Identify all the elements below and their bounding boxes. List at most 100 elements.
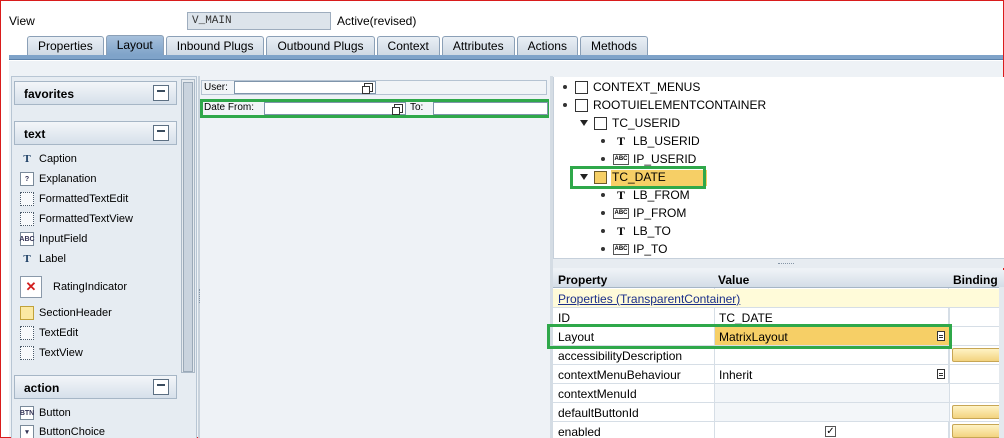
minimize-icon[interactable] bbox=[153, 85, 169, 101]
palette-item-label: Label bbox=[39, 253, 66, 265]
tab-strip: Properties Layout Inbound Plugs Outbound… bbox=[9, 35, 1003, 55]
properties-scrollbar[interactable] bbox=[999, 287, 1004, 438]
minimize-icon[interactable] bbox=[153, 125, 169, 141]
tree-node-rootuielementcontainer[interactable]: ROOTUIELEMENTCONTAINER bbox=[561, 96, 766, 114]
date-to-input[interactable] bbox=[433, 102, 548, 115]
value-help-icon[interactable] bbox=[362, 83, 373, 94]
section-header-icon bbox=[20, 306, 34, 320]
palette-item-label: FormattedTextEdit bbox=[39, 193, 129, 205]
tab-underline bbox=[9, 55, 1003, 60]
tree-node-context-menus[interactable]: CONTEXT_MENUS bbox=[561, 78, 700, 96]
binding-button[interactable] bbox=[952, 348, 1002, 362]
palette-item-formattedtextedit[interactable]: FormattedTextEdit bbox=[20, 190, 128, 208]
splitter-grip-icon bbox=[778, 263, 794, 265]
group-title: favorites bbox=[24, 87, 75, 101]
date-from-label: Date From: bbox=[204, 102, 255, 113]
header-binding[interactable]: Binding bbox=[953, 273, 998, 287]
tree-node-lb-userid[interactable]: T LB_USERID bbox=[599, 132, 700, 150]
palette-group-action[interactable]: action bbox=[14, 375, 177, 399]
binding-cell bbox=[949, 346, 1004, 364]
tree-node-label: IP_USERID bbox=[633, 152, 697, 166]
container-icon bbox=[594, 116, 607, 130]
tree-node-label: IP_FROM bbox=[633, 206, 687, 220]
tree-properties-splitter[interactable] bbox=[553, 258, 1004, 268]
group-title: text bbox=[24, 127, 46, 141]
binding-button[interactable] bbox=[952, 424, 1002, 438]
palette-item-label: RatingIndicator bbox=[53, 281, 127, 293]
dropdown-icon[interactable] bbox=[937, 369, 945, 379]
tree-node-ip-from[interactable]: ABC IP_FROM bbox=[599, 204, 686, 222]
palette-item-buttonchoice[interactable]: ▾ ButtonChoice bbox=[20, 423, 105, 438]
table-row[interactable]: contextMenuBehaviour Inherit bbox=[553, 365, 1004, 384]
tree-node-ip-to[interactable]: ABC IP_TO bbox=[599, 240, 667, 258]
palette-group-text[interactable]: text bbox=[14, 121, 177, 145]
header-property[interactable]: Property bbox=[558, 273, 607, 287]
input-field-icon: ABC bbox=[613, 207, 629, 219]
palette-item-label: Explanation bbox=[39, 173, 97, 185]
tree-node-lb-to[interactable]: T LB_TO bbox=[599, 222, 671, 240]
tree-node-tc-userid[interactable]: TC_USERID bbox=[580, 114, 680, 132]
bullet-icon bbox=[563, 85, 567, 89]
value-help-icon[interactable] bbox=[392, 104, 403, 115]
palette-item-explanation[interactable]: ? Explanation bbox=[20, 170, 97, 188]
canvas-row-user[interactable]: User: bbox=[201, 80, 547, 95]
binding-cell bbox=[949, 365, 1004, 383]
palette-item-inputfield[interactable]: ABC InputField bbox=[19, 230, 87, 248]
tab-properties[interactable]: Properties bbox=[27, 36, 104, 55]
palette-item-label[interactable]: T Label bbox=[20, 250, 66, 268]
group-title: action bbox=[24, 381, 60, 395]
binding-button[interactable] bbox=[952, 405, 1002, 419]
user-input[interactable] bbox=[234, 81, 376, 94]
tab-outbound-plugs[interactable]: Outbound Plugs bbox=[266, 36, 375, 55]
header-value[interactable]: Value bbox=[718, 273, 749, 287]
palette-item-textedit[interactable]: TextEdit bbox=[20, 324, 78, 342]
table-row[interactable]: contextMenuId bbox=[553, 384, 1004, 403]
palette-scrollbar-thumb[interactable] bbox=[183, 82, 193, 372]
rating-indicator-icon: ✕ bbox=[20, 276, 42, 298]
binding-cell bbox=[949, 308, 1004, 326]
minimize-icon[interactable] bbox=[153, 379, 169, 395]
table-row[interactable]: defaultButtonId bbox=[553, 403, 1004, 422]
palette-group-favorites[interactable]: favorites bbox=[14, 81, 177, 105]
tree-node-label: TC_USERID bbox=[612, 116, 681, 130]
label-icon: T bbox=[616, 223, 625, 238]
tree-node-label: LB_USERID bbox=[633, 134, 700, 148]
layout-row-highlight-box bbox=[547, 324, 952, 349]
property-value bbox=[715, 384, 949, 402]
tab-inbound-plugs[interactable]: Inbound Plugs bbox=[165, 36, 265, 55]
properties-table: Property Value Binding Properties (Trans… bbox=[553, 270, 1004, 438]
input-field-icon: ABC bbox=[613, 153, 629, 165]
property-value bbox=[715, 403, 949, 421]
palette-item-caption[interactable]: T Caption bbox=[20, 150, 77, 168]
property-value-dropdown[interactable]: Inherit bbox=[715, 365, 949, 383]
tree-node-label: LB_TO bbox=[633, 224, 671, 238]
canvas-row-date[interactable]: Date From: To: bbox=[200, 99, 549, 118]
property-name: enabled bbox=[558, 425, 601, 438]
label-icon: T bbox=[616, 187, 625, 202]
table-header: Property Value Binding bbox=[553, 270, 1004, 288]
expand-arrow-icon[interactable] bbox=[580, 120, 588, 126]
palette-item-ratingindicator[interactable]: ✕ RatingIndicator bbox=[20, 275, 127, 299]
tab-attributes[interactable]: Attributes bbox=[441, 36, 515, 55]
palette-item-button[interactable]: BTN Button bbox=[20, 404, 71, 422]
table-row[interactable]: enabled ✓ bbox=[553, 422, 1004, 438]
tab-methods[interactable]: Methods bbox=[579, 36, 648, 55]
palette-item-textview[interactable]: TextView bbox=[20, 344, 83, 362]
container-icon bbox=[575, 80, 588, 94]
property-name: ID bbox=[558, 311, 570, 325]
explanation-icon: ? bbox=[20, 172, 34, 186]
palette-item-sectionheader[interactable]: SectionHeader bbox=[20, 304, 112, 322]
palette-item-label: FormattedTextView bbox=[39, 213, 133, 225]
tab-layout[interactable]: Layout bbox=[105, 35, 164, 55]
tab-actions[interactable]: Actions bbox=[516, 36, 578, 55]
binding-cell bbox=[949, 384, 1004, 402]
layout-canvas[interactable] bbox=[200, 77, 550, 438]
bullet-icon bbox=[601, 247, 605, 251]
checkbox-enabled[interactable]: ✓ bbox=[825, 426, 836, 437]
palette-item-formattedtextview[interactable]: FormattedTextView bbox=[20, 210, 133, 228]
tab-context[interactable]: Context bbox=[376, 36, 440, 55]
properties-section-link[interactable]: Properties (TransparentContainer) bbox=[558, 292, 740, 306]
palette-item-label: TextView bbox=[39, 347, 83, 359]
label-icon: T bbox=[616, 133, 625, 148]
date-from-input[interactable] bbox=[264, 102, 406, 115]
